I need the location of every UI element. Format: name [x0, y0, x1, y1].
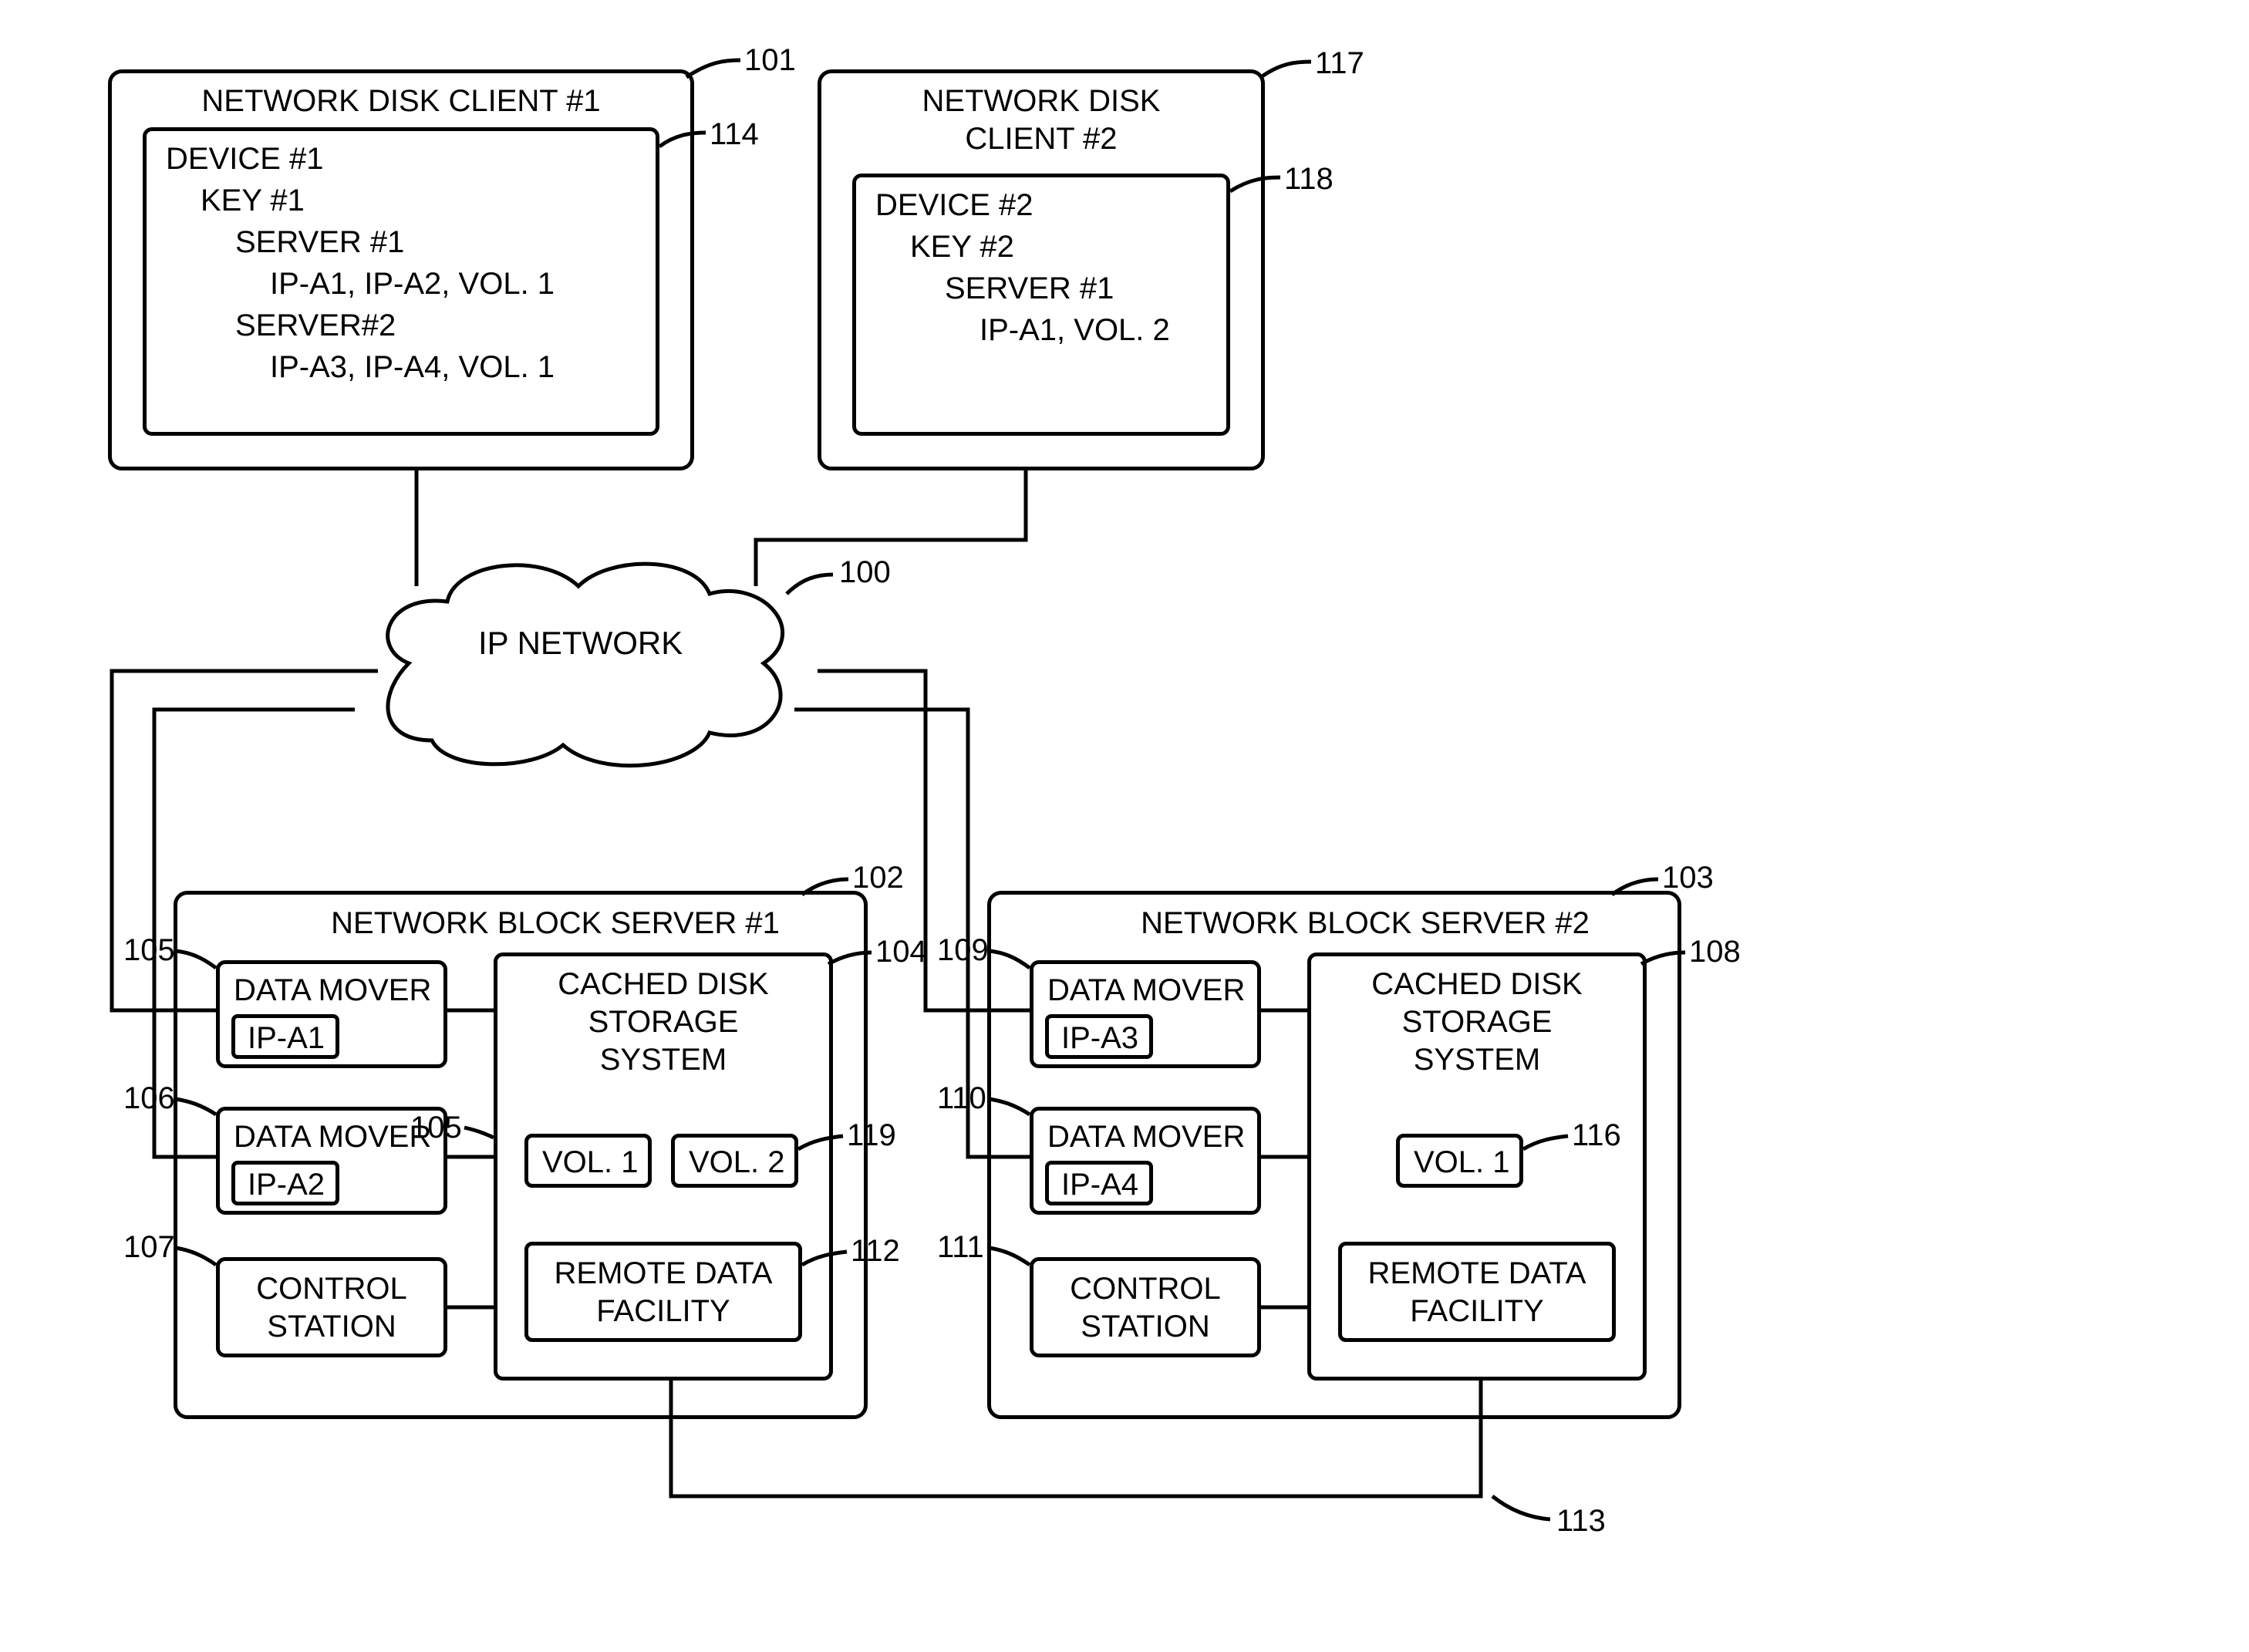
ref-105a: 105 — [123, 933, 175, 968]
server1-dm1-ip-label: IP-A1 — [248, 1021, 325, 1056]
ip-network-label: IP NETWORK — [478, 625, 683, 662]
ref-100: 100 — [839, 555, 891, 590]
server2-cds-l3: SYSTEM — [1311, 1043, 1643, 1077]
client2-server1: SERVER #1 — [945, 271, 1114, 306]
server1-dm1-label: DATA MOVER — [234, 973, 431, 1008]
server2-cds-l2: STORAGE — [1311, 1005, 1643, 1040]
server1-dm2-ip: IP-A2 — [231, 1161, 339, 1205]
ref-116: 116 — [1572, 1118, 1621, 1153]
client2-key: KEY #2 — [910, 230, 1014, 265]
server2-rdf-l1: REMOTE DATA — [1342, 1256, 1612, 1291]
server2-ctrl-l1: CONTROL — [1033, 1272, 1257, 1306]
server1-vol2-label: VOL. 2 — [689, 1145, 785, 1180]
server1-cds-l1: CACHED DISK — [497, 967, 829, 1002]
ref-107: 107 — [123, 1230, 175, 1265]
ref-109: 109 — [937, 933, 989, 968]
server1-dm1-ip: IP-A1 — [231, 1014, 339, 1059]
server2-vol1: VOL. 1 — [1396, 1134, 1523, 1188]
server1-cds-l3: SYSTEM — [497, 1043, 829, 1077]
server2-ctrl-l2: STATION — [1033, 1310, 1257, 1344]
server1-rdf: REMOTE DATA FACILITY — [524, 1242, 802, 1342]
server1-ctrl-l1: CONTROL — [220, 1272, 443, 1306]
server1-vol1-label: VOL. 1 — [542, 1145, 639, 1180]
server1-vol2: VOL. 2 — [671, 1134, 798, 1188]
server2-dm1-ip: IP-A3 — [1045, 1014, 1153, 1059]
client1-config-box: DEVICE #1 KEY #1 SERVER #1 IP-A1, IP-A2,… — [143, 127, 659, 436]
client1-server1-config: IP-A1, IP-A2, VOL. 1 — [270, 267, 555, 302]
client1-server2-config: IP-A3, IP-A4, VOL. 1 — [270, 350, 555, 385]
client2-config-box: DEVICE #2 KEY #2 SERVER #1 IP-A1, VOL. 2 — [852, 174, 1230, 436]
ref-111: 111 — [937, 1230, 984, 1265]
ref-114: 114 — [710, 117, 759, 152]
server2-title: NETWORK BLOCK SERVER #2 — [1095, 906, 1635, 941]
server1-dm2-label: DATA MOVER — [234, 1120, 431, 1155]
ref-118: 118 — [1284, 162, 1334, 197]
ref-108: 108 — [1689, 935, 1741, 969]
ref-102: 102 — [852, 861, 904, 895]
server1-dm2-ip-label: IP-A2 — [248, 1168, 325, 1202]
server2-ctrl: CONTROL STATION — [1030, 1257, 1261, 1357]
ref-104: 104 — [875, 935, 927, 969]
server2-dm2-ip: IP-A4 — [1045, 1161, 1153, 1205]
ref-117: 117 — [1315, 46, 1364, 81]
server1-title: NETWORK BLOCK SERVER #1 — [285, 906, 825, 941]
client2-title-l1: NETWORK DISK — [821, 84, 1261, 119]
ref-110: 110 — [937, 1081, 986, 1116]
server2-dm1-ip-label: IP-A3 — [1061, 1021, 1138, 1056]
server1-ctrl: CONTROL STATION — [216, 1257, 447, 1357]
client2-device: DEVICE #2 — [875, 188, 1033, 223]
server2-dm2-ip-label: IP-A4 — [1061, 1168, 1138, 1202]
server1-cds-l2: STORAGE — [497, 1005, 829, 1040]
ref-119: 119 — [847, 1118, 896, 1153]
client2-server1-config: IP-A1, VOL. 2 — [980, 313, 1170, 348]
server2-rdf-l2: FACILITY — [1342, 1294, 1612, 1329]
client1-title: NETWORK DISK CLIENT #1 — [112, 84, 690, 119]
ref-106: 106 — [123, 1081, 175, 1116]
client1-server2: SERVER#2 — [235, 308, 396, 343]
server2-rdf: REMOTE DATA FACILITY — [1338, 1242, 1616, 1342]
server1-vol1: VOL. 1 — [524, 1134, 652, 1188]
client2-title-l2: CLIENT #2 — [821, 122, 1261, 157]
client1-server1: SERVER #1 — [235, 225, 404, 260]
server1-rdf-l1: REMOTE DATA — [528, 1256, 798, 1291]
server2-cds-l1: CACHED DISK — [1311, 967, 1643, 1002]
ref-113: 113 — [1556, 1504, 1606, 1539]
server1-rdf-l2: FACILITY — [528, 1294, 798, 1329]
server2-dm2-label: DATA MOVER — [1047, 1120, 1245, 1155]
ref-105b: 105 — [410, 1111, 462, 1145]
ref-112: 112 — [851, 1234, 900, 1269]
ref-103: 103 — [1662, 861, 1714, 895]
server1-ctrl-l2: STATION — [220, 1310, 443, 1344]
client1-device: DEVICE #1 — [166, 142, 324, 177]
server2-vol1-label: VOL. 1 — [1414, 1145, 1510, 1180]
ref-101: 101 — [744, 43, 796, 78]
server2-dm1-label: DATA MOVER — [1047, 973, 1245, 1008]
client1-key: KEY #1 — [201, 184, 305, 218]
